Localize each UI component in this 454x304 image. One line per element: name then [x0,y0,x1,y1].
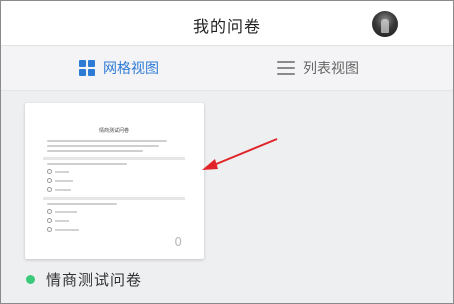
list-icon [277,61,295,75]
preview-title: 情商测试问卷 [98,128,129,134]
tab-list-view[interactable]: 列表视图 [277,46,359,90]
app-frame: 我的问卷 网格视图 列表视图 情商测试问卷 0 情商测试问卷 [0,0,454,304]
tab-grid-view-label: 网格视图 [103,61,159,77]
tab-grid-view[interactable]: 网格视图 [79,46,159,90]
survey-card[interactable]: 情商测试问卷 0 [25,103,204,259]
survey-name[interactable]: 情商测试问卷 [46,269,142,290]
response-count: 0 [174,235,182,249]
view-switcher: 网格视图 列表视图 [1,46,453,91]
grid-icon [79,60,95,76]
annotation-arrow-icon [202,138,278,170]
avatar[interactable] [372,11,398,37]
survey-preview-thumbnail: 情商测试问卷 [43,119,185,235]
status-dot-icon [26,275,35,284]
top-bar: 我的问卷 [1,1,453,46]
tab-list-view-label: 列表视图 [303,61,359,77]
